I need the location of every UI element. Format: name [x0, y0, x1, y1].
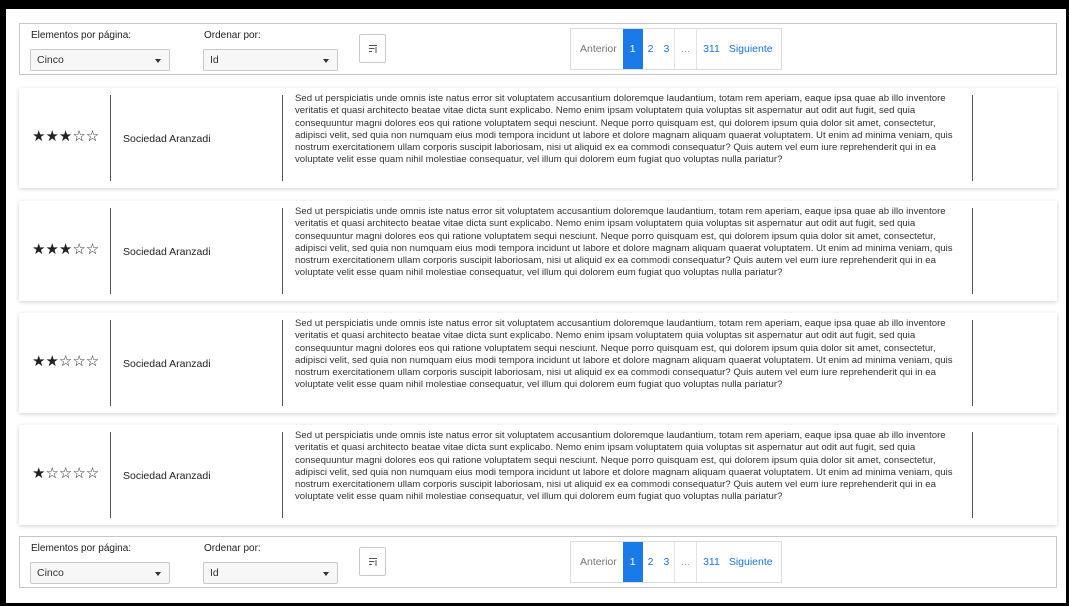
- review-card: ★★★☆☆ Sociedad Aranzadi Sed ut perspicia…: [19, 88, 1057, 188]
- chevron-down-icon: [155, 572, 161, 576]
- pagination-page-1[interactable]: 1: [622, 29, 643, 69]
- review-card: ★★★☆☆ Sociedad Aranzadi Sed ut perspicia…: [19, 201, 1057, 301]
- divider: [282, 432, 283, 518]
- star-rating: ★★☆☆☆: [32, 353, 100, 370]
- company-name: Sociedad Aranzadi: [123, 470, 211, 482]
- items-per-page-label: Elementos por página:: [31, 543, 132, 554]
- pagination-page-last[interactable]: 311: [697, 29, 726, 69]
- items-per-page-select[interactable]: Cinco: [30, 562, 170, 584]
- order-by-select[interactable]: Id: [203, 562, 338, 584]
- company-name: Sociedad Aranzadi: [123, 246, 211, 258]
- divider: [282, 95, 283, 181]
- chevron-down-icon: [323, 572, 329, 576]
- order-by-label: Ordenar por:: [204, 30, 261, 41]
- divider: [110, 208, 111, 294]
- items-per-page-select[interactable]: Cinco: [30, 49, 170, 71]
- divider: [972, 432, 973, 518]
- order-by-value: Id: [210, 567, 219, 579]
- divider: [282, 208, 283, 294]
- divider: [282, 320, 283, 406]
- pagination-ellipsis: ...: [674, 542, 698, 582]
- divider: [110, 320, 111, 406]
- toolbar-bottom: Elementos por página: Cinco Ordenar por:…: [19, 536, 1057, 588]
- divider: [110, 432, 111, 518]
- pagination-next[interactable]: Siguiente: [726, 542, 781, 582]
- pagination-page-3[interactable]: 3: [658, 542, 674, 582]
- pagination-page-2[interactable]: 2: [643, 29, 659, 69]
- chevron-down-icon: [155, 59, 161, 63]
- sort-direction-button[interactable]: [359, 34, 386, 63]
- pagination-page-1[interactable]: 1: [622, 542, 643, 582]
- sort-direction-button[interactable]: [359, 547, 386, 576]
- pagination-previous[interactable]: Anterior: [571, 542, 623, 582]
- star-rating: ★★★☆☆: [32, 241, 100, 258]
- sort-icon: [369, 45, 377, 53]
- star-rating: ★★★☆☆: [32, 128, 100, 145]
- pagination-page-3[interactable]: 3: [658, 29, 674, 69]
- divider: [972, 320, 973, 406]
- star-rating: ★☆☆☆☆: [32, 465, 100, 482]
- pagination-next[interactable]: Siguiente: [726, 29, 781, 69]
- divider: [972, 95, 973, 181]
- chevron-down-icon: [323, 59, 329, 63]
- items-per-page-value: Cinco: [37, 54, 64, 66]
- pagination: Anterior 1 2 3 ... 311 Siguiente: [570, 28, 782, 70]
- pagination-ellipsis: ...: [674, 29, 698, 69]
- divider: [972, 208, 973, 294]
- order-by-select[interactable]: Id: [203, 49, 338, 71]
- company-name: Sociedad Aranzadi: [123, 133, 211, 145]
- pagination-previous[interactable]: Anterior: [571, 29, 623, 69]
- review-text: Sed ut perspiciatis unde omnis iste natu…: [295, 206, 953, 279]
- pagination: Anterior 1 2 3 ... 311 Siguiente: [570, 541, 782, 583]
- review-card: ★★☆☆☆ Sociedad Aranzadi Sed ut perspicia…: [19, 313, 1057, 413]
- sort-icon: [369, 558, 377, 566]
- divider: [110, 95, 111, 181]
- review-text: Sed ut perspiciatis unde omnis iste natu…: [295, 430, 953, 503]
- order-by-value: Id: [210, 54, 219, 66]
- review-text: Sed ut perspiciatis unde omnis iste natu…: [295, 93, 953, 166]
- order-by-label: Ordenar por:: [204, 543, 261, 554]
- pagination-page-last[interactable]: 311: [697, 542, 726, 582]
- review-text: Sed ut perspiciatis unde omnis iste natu…: [295, 318, 953, 391]
- company-name: Sociedad Aranzadi: [123, 358, 211, 370]
- review-card: ★☆☆☆☆ Sociedad Aranzadi Sed ut perspicia…: [19, 425, 1057, 525]
- items-per-page-value: Cinco: [37, 567, 64, 579]
- items-per-page-label: Elementos por página:: [31, 30, 132, 41]
- pagination-page-2[interactable]: 2: [643, 542, 659, 582]
- toolbar-top: Elementos por página: Cinco Ordenar por:…: [19, 23, 1057, 75]
